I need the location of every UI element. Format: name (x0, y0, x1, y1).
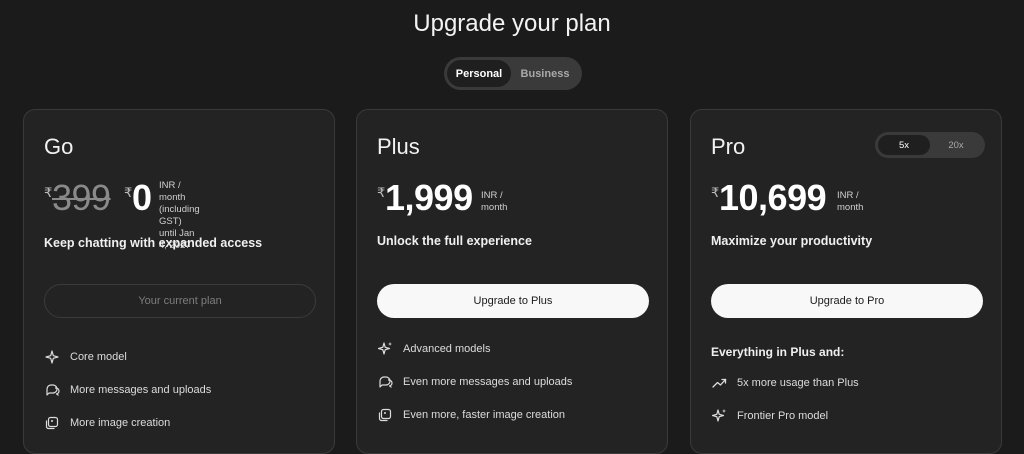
price: 1,999 (385, 177, 473, 218)
feature-item: Core model (44, 340, 211, 373)
trend-up-icon (711, 375, 727, 391)
plan-tagline: Maximize your productivity (711, 234, 873, 248)
plan-tagline: Unlock the full experience (377, 234, 532, 248)
feature-item: 5x more usage than Plus (711, 366, 859, 399)
price: 0 (132, 177, 152, 218)
feature-label: Core model (70, 350, 127, 363)
price: 10,699 (719, 177, 827, 218)
plan-card-plus: Plus ₹ 1,999 INR / month Unlock the full… (356, 109, 668, 454)
feature-label: 5x more usage than Plus (737, 376, 859, 389)
price-note: INR / month (481, 190, 507, 214)
price-period: month (including GST) (159, 192, 200, 227)
plan-card-go: Go ₹ 399 ₹ 0 INR / month (including GST)… (23, 109, 335, 454)
plan-type-toggle[interactable]: Personal Business (444, 57, 582, 90)
usage-multiplier-toggle[interactable]: 5x 20x (875, 132, 985, 158)
feature-list: Everything in Plus and: 5x more usage th… (711, 338, 859, 432)
chat-bubbles-icon (377, 374, 393, 390)
image-stack-icon (377, 407, 393, 423)
plan-name: Pro (711, 134, 746, 159)
old-price: 399 (52, 177, 111, 218)
usage-20x-option[interactable]: 20x (930, 135, 982, 155)
upgrade-to-pro-button[interactable]: Upgrade to Pro (711, 284, 983, 318)
feature-label: Even more, faster image creation (403, 408, 566, 421)
price-note: INR / month (837, 190, 863, 214)
feature-list: Advanced models Even more messages and u… (377, 332, 572, 431)
upgrade-to-plus-button[interactable]: Upgrade to Plus (377, 284, 649, 318)
usage-5x-option[interactable]: 5x (878, 135, 930, 155)
feature-item: Even more, faster image creation (377, 398, 572, 431)
feature-label: Frontier Pro model (737, 409, 829, 422)
current-plan-button[interactable]: Your current plan (44, 284, 316, 318)
features-heading: Everything in Plus and: (711, 345, 845, 359)
price-period: month (837, 202, 864, 213)
page-title: Upgrade your plan (413, 10, 611, 37)
business-tab[interactable]: Business (511, 60, 579, 87)
price-period: month (481, 202, 508, 213)
feature-item: Even more messages and uploads (377, 365, 572, 398)
plan-name: Go (44, 134, 74, 159)
price-unit: INR / (837, 190, 859, 201)
feature-item: More messages and uploads (44, 373, 211, 406)
feature-item: More image creation (44, 406, 211, 439)
feature-item: Advanced models (377, 332, 572, 365)
sparkles-icon (711, 408, 727, 424)
feature-label: Even more messages and uploads (403, 375, 573, 388)
plan-name: Plus (377, 134, 420, 159)
feature-label: More messages and uploads (70, 383, 212, 396)
plan-tagline: Keep chatting with expanded access (44, 236, 263, 250)
sparkles-icon (377, 341, 393, 357)
feature-label: More image creation (70, 416, 171, 429)
price-unit: INR / (481, 190, 503, 201)
chat-bubbles-icon (44, 382, 60, 398)
price-unit: INR / (159, 180, 181, 191)
plan-card-pro: Pro 5x 20x ₹ 10,699 INR / month Maximize… (690, 109, 1002, 454)
personal-tab[interactable]: Personal (447, 60, 511, 87)
feature-label: Advanced models (403, 342, 491, 355)
image-stack-icon (44, 415, 60, 431)
feature-item: Frontier Pro model (711, 399, 859, 432)
feature-list: Core model More messages and uploads Mor… (44, 340, 211, 439)
sparkle-icon (44, 349, 60, 365)
